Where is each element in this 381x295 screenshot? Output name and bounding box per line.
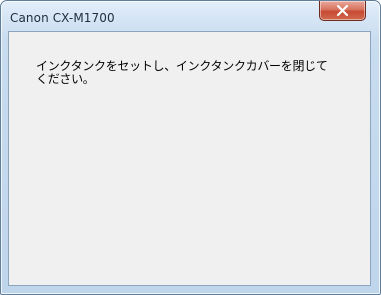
close-button[interactable] (319, 1, 366, 21)
dialog-message: インクタンクをセットし、インクタンクカバーを閉じて ください。 (36, 59, 328, 86)
close-icon (336, 4, 349, 17)
dialog-content: インクタンクをセットし、インクタンクカバーを閉じて ください。 (8, 31, 371, 286)
dialog-window: Canon CX-M1700 インクタンクをセットし、インクタンクカバーを閉じて… (0, 0, 381, 295)
window-title: Canon CX-M1700 (10, 11, 115, 25)
